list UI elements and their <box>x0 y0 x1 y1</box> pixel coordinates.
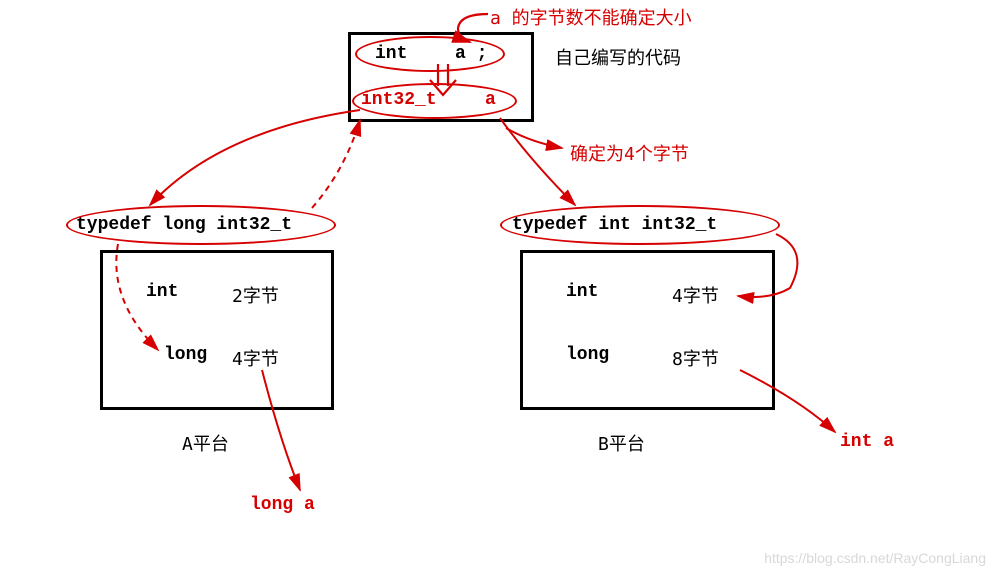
platform-a-row1-size: 2字节 <box>232 282 279 308</box>
platform-b-result: int a <box>840 432 894 452</box>
code-box-caption: 自己编写的代码 <box>555 44 681 70</box>
platform-a-row2-type: long <box>164 345 207 365</box>
platform-a-row2-size: 4字节 <box>232 345 279 371</box>
top-note: a 的字节数不能确定大小 <box>490 4 692 30</box>
platform-a-result: long a <box>250 495 315 515</box>
platform-b-typedef: typedef int int32_t <box>512 215 717 235</box>
platform-a-box <box>100 250 334 410</box>
mid-note: 确定为4个字节 <box>570 140 689 166</box>
code-line2-var: a <box>485 90 496 110</box>
code-line1-type: int <box>375 44 407 64</box>
platform-b-row2-type: long <box>566 345 609 365</box>
code-line2-type: int32_t <box>361 90 437 110</box>
platform-a-row1-type: int <box>146 282 178 302</box>
platform-b-box <box>520 250 775 410</box>
platform-b-label: B平台 <box>598 430 645 456</box>
platform-a-label: A平台 <box>182 430 229 456</box>
platform-a-typedef: typedef long int32_t <box>76 215 292 235</box>
code-line1-var: a ; <box>455 44 487 64</box>
platform-b-row1-size: 4字节 <box>672 282 719 308</box>
platform-b-row2-size: 8字节 <box>672 345 719 371</box>
platform-b-row1-type: int <box>566 282 598 302</box>
watermark: https://blog.csdn.net/RayCongLiang <box>764 550 986 566</box>
